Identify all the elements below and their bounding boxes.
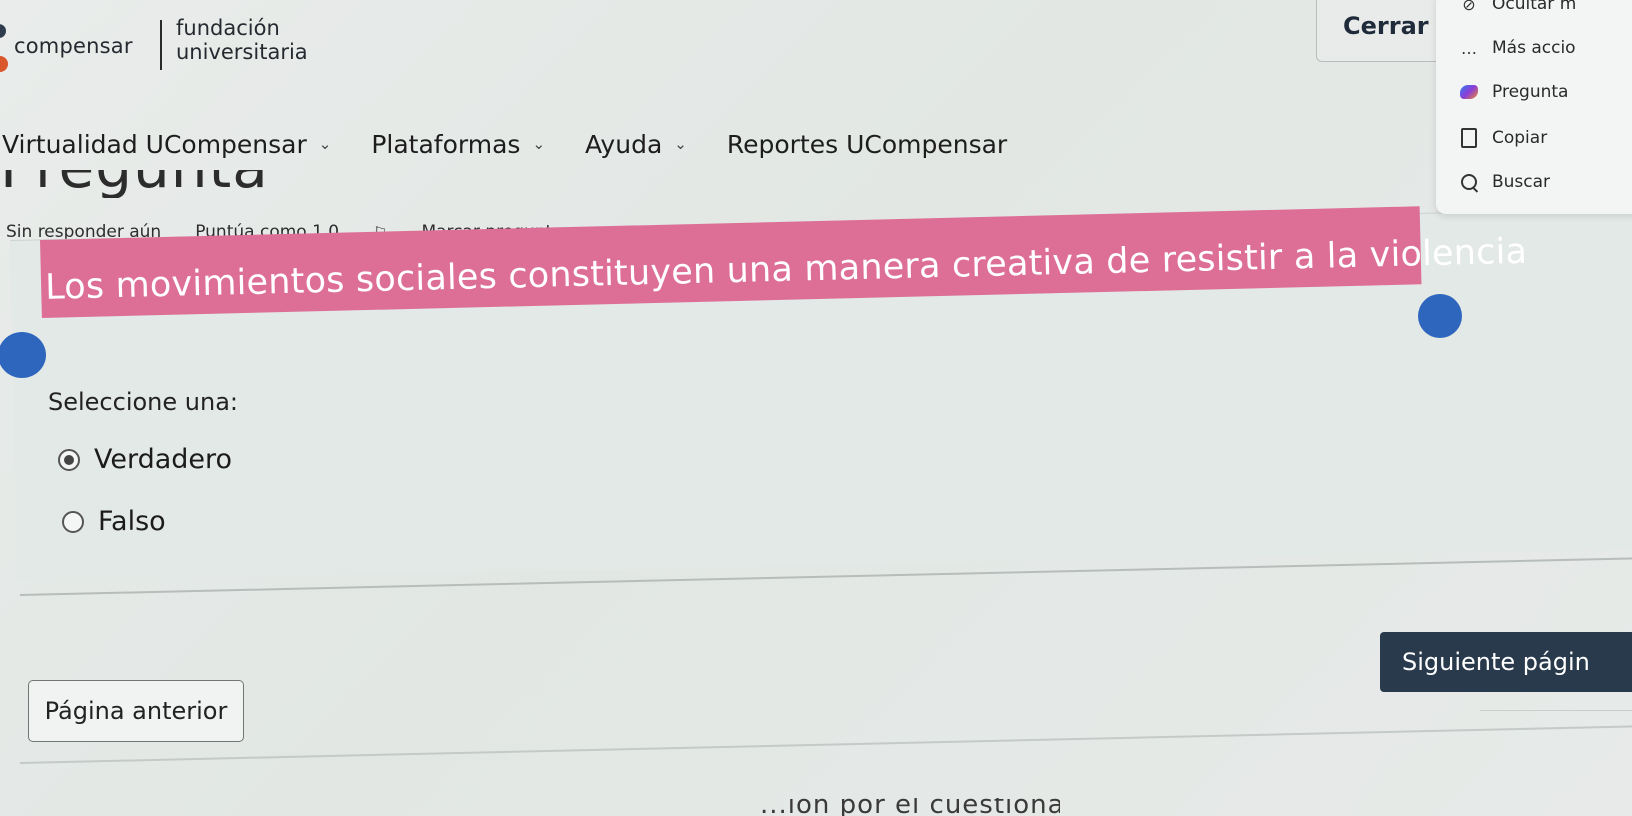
chevron-down-icon: ⌄	[674, 135, 687, 153]
radio-verdadero[interactable]	[58, 448, 80, 471]
context-menu-hide[interactable]: ⊘ Ocultar m	[1436, 0, 1632, 16]
chevron-down-icon: ⌄	[532, 135, 546, 153]
context-menu-label: Copiar	[1492, 128, 1548, 148]
context-menu-label: Buscar	[1492, 172, 1551, 192]
logo-subtitle-line2: universitaria	[176, 40, 308, 64]
divider	[1480, 710, 1632, 711]
question-heading-text: Pregunta 8	[0, 170, 320, 198]
main-nav: Virtualidad UCompensar ⌄ Plataformas ⌄ A…	[0, 124, 1047, 164]
quiz-navigation-link[interactable]: ...ión por el cuestionario	[760, 798, 1060, 816]
search-icon	[1454, 174, 1484, 190]
nav-item-label: Ayuda	[585, 129, 663, 159]
close-session-button[interactable]: Cerrar S	[1316, 0, 1446, 62]
logo-subtitle-line1: fundación	[176, 16, 280, 40]
context-menu: ⊘ Ocultar m … Más accio Pregunta Copiar …	[1436, 0, 1632, 214]
context-menu-label: Más accio	[1492, 38, 1576, 58]
hide-icon: ⊘	[1462, 0, 1476, 14]
option-label[interactable]: Falso	[98, 506, 166, 537]
logo-dot-orange	[0, 56, 8, 72]
context-menu-more-actions[interactable]: … Más accio	[1436, 28, 1632, 68]
logo-subtitle: fundación universitaria	[176, 16, 308, 64]
divider	[20, 724, 1632, 764]
nav-item-label: Plataformas	[371, 129, 521, 159]
option-falso[interactable]: Falso	[62, 506, 166, 537]
context-menu-copy[interactable]: Copiar	[1436, 118, 1632, 158]
option-verdadero[interactable]: Verdadero	[58, 444, 232, 475]
context-menu-label: Pregunta	[1492, 82, 1569, 102]
answer-prompt: Seleccione una:	[48, 388, 238, 416]
context-menu-label: Ocultar m	[1492, 0, 1577, 14]
nav-item-reportes[interactable]: Reportes UCompensar	[727, 130, 1007, 159]
chevron-down-icon: ⌄	[318, 135, 332, 153]
nav-item-label: Virtualidad UCompensar	[2, 129, 307, 159]
quiz-navigation-text: ...ión por el cuestionario	[760, 798, 1060, 816]
blue-marker-right	[1418, 294, 1462, 338]
logo-dot-dark	[0, 24, 6, 38]
radio-selected-dot	[64, 454, 74, 465]
radio-falso[interactable]	[62, 510, 84, 533]
context-menu-search[interactable]: Buscar	[1436, 162, 1632, 202]
option-label[interactable]: Verdadero	[94, 444, 232, 475]
more-icon: …	[1461, 38, 1477, 58]
context-menu-ask-copilot[interactable]: Pregunta	[1436, 72, 1632, 112]
previous-page-button[interactable]: Página anterior	[28, 680, 244, 742]
nav-item-plataformas[interactable]: Plataformas ⌄	[371, 130, 545, 159]
blue-marker-left	[0, 332, 46, 378]
logo-divider	[160, 20, 162, 70]
nav-item-ayuda[interactable]: Ayuda ⌄	[585, 130, 687, 159]
copy-icon	[1454, 128, 1484, 148]
nav-item-label: Reportes UCompensar	[726, 129, 1008, 159]
next-page-button[interactable]: Siguiente págin	[1380, 632, 1632, 692]
question-heading: Pregunta 8	[0, 170, 320, 198]
copilot-icon	[1454, 85, 1484, 99]
logo-wordmark[interactable]: compensar	[14, 34, 133, 58]
nav-item-virtualidad[interactable]: Virtualidad UCompensar ⌄	[2, 130, 331, 159]
